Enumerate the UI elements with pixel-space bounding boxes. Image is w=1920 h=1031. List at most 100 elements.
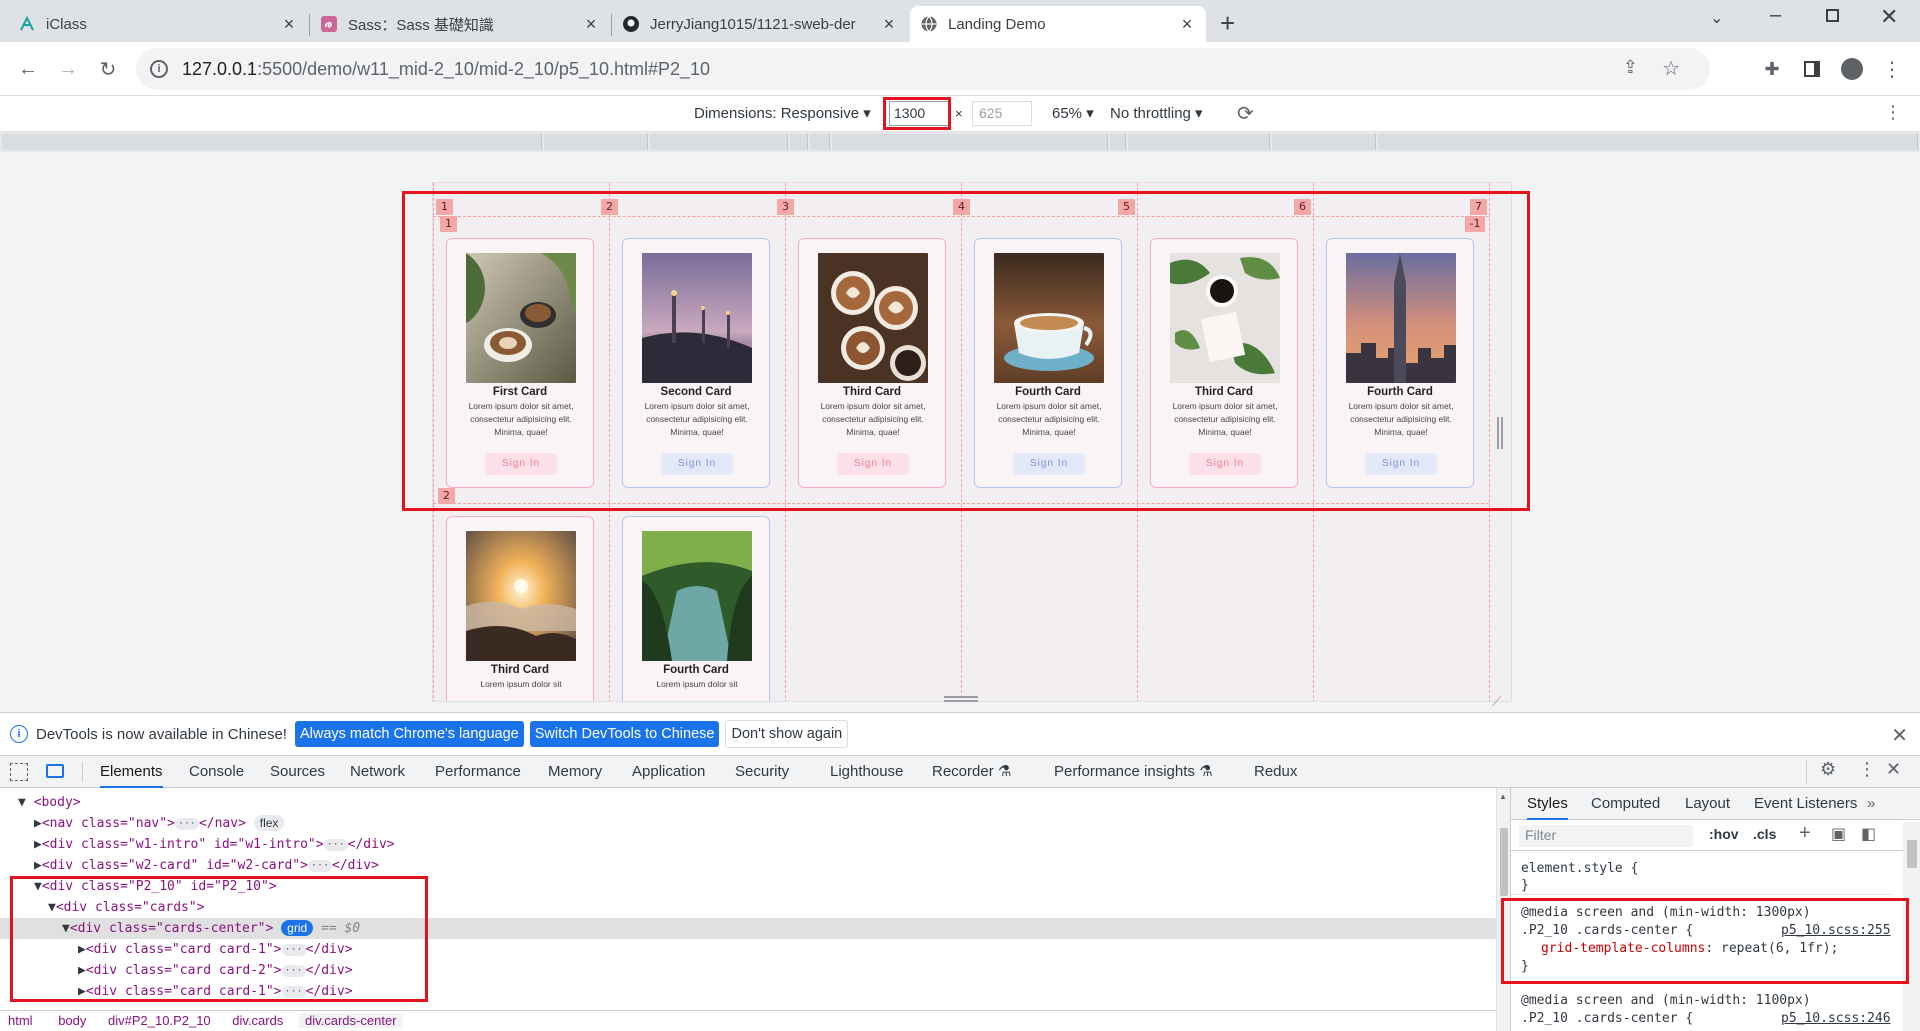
ellipsis-icon[interactable]: ··· [307,859,332,872]
browser-tab-iclass[interactable]: iClass × [8,6,308,42]
dom-node-w1-intro[interactable]: ▶<div class="w1-intro" id="w1-intro"> ···… [34,834,395,855]
tab-sources[interactable]: Sources [270,756,325,788]
tab-network[interactable]: Network [350,756,405,788]
device-toggle-icon[interactable] [46,764,64,778]
tab-styles[interactable]: Styles [1527,788,1568,820]
address-bar[interactable]: i 127.0.0.1:5500/demo/w11_mid-2_10/mid-2… [136,48,1710,90]
switch-devtools-chinese-button[interactable]: Switch DevTools to Chinese [529,721,720,747]
tab-lighthouse[interactable]: Lighthouse [830,756,903,788]
styles-filter-bar: Filter :hov .cls + ▣ ◧ [1511,821,1920,851]
source-link-2[interactable]: p5_10.scss:246 [1781,1011,1891,1026]
sidebar-toggle-icon[interactable]: ◧ [1861,824,1876,844]
scroll-thumb[interactable] [1907,840,1917,868]
zoom-dropdown[interactable]: 65% ▾ [1052,104,1094,122]
add-rule-icon[interactable]: + [1799,822,1811,845]
dom-node-body[interactable]: ▼ <body> [18,792,81,813]
gear-icon[interactable]: ⚙ [1820,759,1836,780]
hov-toggle[interactable]: :hov [1709,826,1739,842]
browser-tab-sass[interactable]: Sass：Sass 基礎知識 × [310,6,610,42]
device-menu-icon[interactable]: ⋮ [1884,102,1902,123]
dimensions-dropdown[interactable]: Dimensions: Responsive ▾ [694,104,871,122]
media-query-bar[interactable] [1110,134,1126,150]
devtools-menu-icon[interactable]: ⋮ [1858,759,1876,780]
crumb-p2-10[interactable]: div#P2_10.P2_10 [108,1013,211,1028]
dom-node-nav[interactable]: ▶<nav class="nav"> ··· </nav> flex [34,813,285,834]
close-devtools-icon[interactable]: ✕ [1886,759,1901,780]
height-input[interactable]: 625 [972,101,1032,126]
always-match-language-button[interactable]: Always match Chrome's language [294,721,524,747]
info-icon[interactable]: i [150,60,168,78]
filter-input[interactable]: Filter [1519,825,1693,847]
tab-computed[interactable]: Computed [1591,788,1660,820]
more-tabs-icon[interactable]: » [1867,788,1875,820]
grid-highlight-box [402,191,1530,511]
share-icon[interactable]: ⇪ [1623,57,1638,78]
scroll-up-icon[interactable]: ▲ [1499,792,1507,801]
paint-icon[interactable]: ▣ [1831,824,1846,844]
tab-layout[interactable]: Layout [1685,788,1730,820]
corner-resize-handle[interactable]: ⟋ [1492,693,1502,710]
rotate-icon[interactable]: ⟳ [1237,101,1254,126]
crumb-body[interactable]: body [58,1013,86,1028]
ellipsis-icon[interactable]: ··· [174,817,199,830]
window-close-icon[interactable]: ✕ [1880,4,1898,30]
media-query-bar[interactable] [1378,134,1918,150]
back-arrow-icon[interactable]: ← [14,55,42,83]
browser-tab-landing-demo[interactable]: Landing Demo × [910,6,1206,42]
tab-redux[interactable]: Redux [1254,756,1297,788]
new-tab-button[interactable]: + [1220,8,1235,39]
bookmark-star-icon[interactable]: ☆ [1662,56,1680,81]
minimize-icon[interactable]: – [1770,4,1781,27]
tab-memory[interactable]: Memory [548,756,602,788]
ellipsis-icon[interactable]: ··· [323,838,348,851]
tab-performance[interactable]: Performance [435,756,521,788]
dont-show-again-button[interactable]: Don't show again [725,720,849,748]
tab-elements[interactable]: Elements [100,756,163,788]
selector-2[interactable]: .P2_10 .cards-center { [1521,1011,1693,1026]
crumb-cards[interactable]: div.cards [232,1013,283,1028]
tab-title: Landing Demo [948,15,1046,33]
maximize-icon[interactable] [1826,9,1839,22]
tab-event-listeners[interactable]: Event Listeners [1754,788,1857,820]
crumb-cards-center[interactable]: div.cards-center [298,1013,403,1028]
dom-node-w2-card[interactable]: ▶<div class="w2-card" id="w2-card"> ··· </… [34,855,379,876]
close-icon[interactable]: × [1176,14,1198,35]
tab-strip: iClass × Sass：Sass 基礎知識 × JerryJiang1015… [0,0,1920,42]
close-icon[interactable]: × [580,14,602,35]
side-panel-icon[interactable] [1798,55,1826,83]
bottom-resize-handle[interactable] [944,696,978,702]
media-query-bar[interactable] [2,134,542,150]
forward-arrow-icon[interactable]: → [54,55,82,83]
browser-tab-github[interactable]: JerryJiang1015/1121-sweb-der × [612,6,908,42]
tab-application[interactable]: Application [632,756,705,788]
crumb-html[interactable]: html [8,1013,33,1028]
tab-search-icon[interactable]: ⌄ [1710,8,1723,28]
tab-console[interactable]: Console [189,756,244,788]
tab-performance-insights[interactable]: Performance insights ⚗ [1054,756,1213,788]
cls-toggle[interactable]: .cls [1753,826,1776,842]
style-rule-highlight-box [1501,898,1909,984]
element-style-rule[interactable]: element.style { [1521,861,1638,876]
close-icon[interactable]: × [278,14,300,35]
close-icon[interactable]: × [878,14,900,35]
extensions-puzzle-icon[interactable]: ✚ [1758,55,1786,83]
media-query-bar[interactable] [650,134,788,150]
media-query-ruler[interactable] [0,132,1920,152]
profile-avatar[interactable] [1838,55,1866,83]
media-query-bar[interactable] [810,134,830,150]
reload-icon[interactable]: ↻ [94,55,122,83]
media-query-bar[interactable] [1128,134,1270,150]
tab-recorder[interactable]: Recorder ⚗ [932,756,1011,788]
close-icon[interactable]: ✕ [1891,723,1908,748]
media-query-bar[interactable] [832,134,1108,150]
throttling-dropdown[interactable]: No throttling ▾ [1110,104,1203,122]
browser-menu-icon[interactable]: ⋮ [1878,55,1906,83]
breadcrumb: html body div#P2_10.P2_10 div.cards div.… [0,1010,1496,1031]
media-query-bar[interactable] [790,134,808,150]
media-query-bar[interactable] [1272,134,1376,150]
scroll-thumb[interactable] [1500,828,1508,896]
media-query-bar[interactable] [544,134,648,150]
inspect-element-icon[interactable] [10,763,28,781]
tab-security[interactable]: Security [735,756,789,788]
flex-badge[interactable]: flex [253,815,285,831]
